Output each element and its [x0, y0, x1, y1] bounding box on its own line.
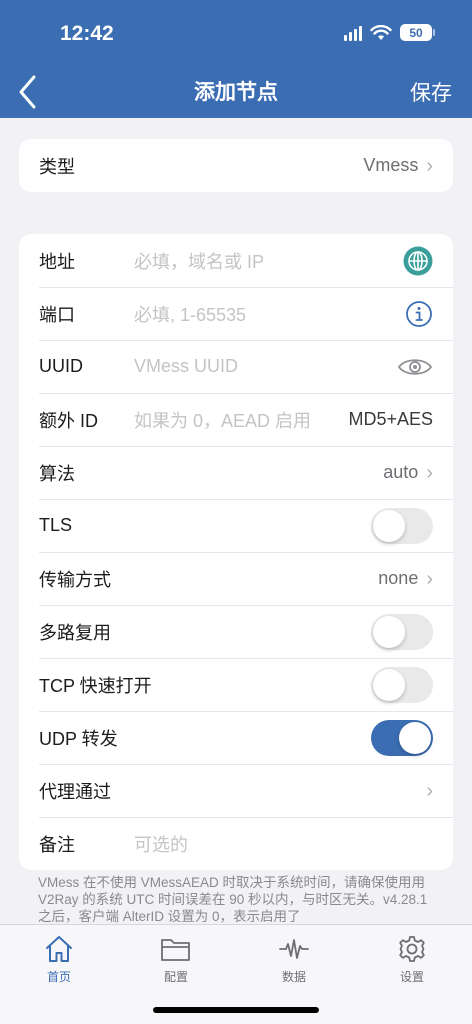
toggle-knob	[373, 615, 405, 648]
extra-id-value[interactable]: MD5+AES	[348, 409, 433, 430]
udp-relay-row: UDP 转发	[19, 711, 453, 764]
footer-note: VMess 在不使用 VMessAEAD 时取决于系统时间，请确保使用用 V2R…	[38, 875, 428, 924]
udp-relay-toggle[interactable]	[371, 719, 433, 756]
home-icon	[46, 936, 72, 962]
home-indicator	[153, 1007, 319, 1013]
battery-icon: 50	[400, 24, 435, 41]
eye-icon[interactable]	[397, 355, 433, 379]
uuid-label: UUID	[39, 356, 83, 376]
transport-value: none	[378, 568, 419, 588]
mux-row: 多路复用	[19, 605, 453, 658]
udp-relay-label: UDP 转发	[39, 728, 118, 749]
save-button[interactable]: 保存	[410, 77, 452, 107]
extra-id-row: 额外 ID 如果为 0，AEAD 启用 MD5+AES	[19, 393, 453, 446]
tls-toggle[interactable]	[371, 507, 433, 544]
tab-label: 首页	[46, 970, 71, 984]
algorithm-label: 算法	[39, 463, 75, 484]
toggle-knob	[373, 509, 405, 542]
remark-label: 备注	[39, 834, 75, 855]
extra-id-label: 额外 ID	[39, 410, 99, 431]
type-value: Vmess	[363, 155, 419, 175]
tab-data[interactable]: 数据	[254, 933, 334, 985]
tcp-fast-open-label: TCP 快速打开	[39, 675, 152, 696]
transport-row[interactable]: 传输方式 none ›	[19, 552, 453, 605]
tcp-fast-open-toggle[interactable]	[371, 666, 433, 703]
settings-card: 地址 必填，域名或 IP 端口 必填, 1-65535 UUID VMess U…	[19, 234, 453, 870]
type-card: 类型 Vmess ›	[19, 139, 453, 192]
uuid-field[interactable]: VMess UUID	[134, 356, 238, 377]
tcp-fast-open-row: TCP 快速打开	[19, 658, 453, 711]
folder-icon	[161, 939, 190, 961]
toggle-knob	[399, 721, 431, 754]
tab-home[interactable]: 首页	[19, 933, 99, 985]
gear-icon	[399, 936, 425, 962]
mux-label: 多路复用	[39, 622, 111, 643]
tab-label: 数据	[281, 970, 306, 984]
toggle-knob	[373, 668, 405, 701]
remark-field[interactable]: 可选的	[134, 831, 188, 857]
tls-row: TLS	[19, 499, 453, 552]
algorithm-value: auto	[383, 462, 419, 482]
nav-bar: 12:42 50 添加节点 保存	[0, 0, 472, 118]
tab-config[interactable]: 配置	[136, 933, 216, 985]
port-label: 端口	[39, 304, 75, 325]
tab-label: 配置	[163, 970, 188, 984]
status-time: 12:42	[60, 22, 114, 45]
remark-row: 备注 可选的	[19, 817, 453, 870]
page-title: 添加节点	[194, 81, 278, 104]
address-label: 地址	[39, 251, 75, 272]
waveform-icon	[279, 939, 309, 959]
type-row[interactable]: 类型 Vmess ›	[19, 139, 453, 192]
cellular-signal-icon	[344, 25, 362, 41]
transport-label: 传输方式	[39, 569, 111, 590]
port-row: 端口 必填, 1-65535	[19, 287, 453, 340]
status-icons: 50	[344, 24, 435, 41]
mux-toggle[interactable]	[371, 613, 433, 650]
chevron-right-icon: ›	[426, 567, 433, 590]
chevron-right-icon: ›	[426, 779, 433, 802]
address-field[interactable]: 必填，域名或 IP	[134, 248, 264, 274]
proxy-via-label: 代理通过	[39, 781, 111, 802]
tab-settings[interactable]: 设置	[372, 933, 452, 985]
address-row: 地址 必填，域名或 IP	[19, 234, 453, 287]
chevron-right-icon: ›	[426, 154, 433, 177]
tab-label: 设置	[399, 970, 424, 984]
uuid-row: UUID VMess UUID	[19, 340, 453, 393]
info-icon[interactable]	[405, 300, 433, 328]
extra-id-field[interactable]: 如果为 0，AEAD 启用	[134, 407, 311, 433]
proxy-via-row[interactable]: 代理通过 ›	[19, 764, 453, 817]
globe-icon[interactable]	[403, 246, 433, 276]
algorithm-row[interactable]: 算法 auto ›	[19, 446, 453, 499]
tls-label: TLS	[39, 515, 73, 535]
type-label: 类型	[39, 156, 75, 177]
wifi-icon	[370, 24, 392, 40]
port-field[interactable]: 必填, 1-65535	[134, 301, 246, 327]
chevron-right-icon: ›	[426, 461, 433, 484]
